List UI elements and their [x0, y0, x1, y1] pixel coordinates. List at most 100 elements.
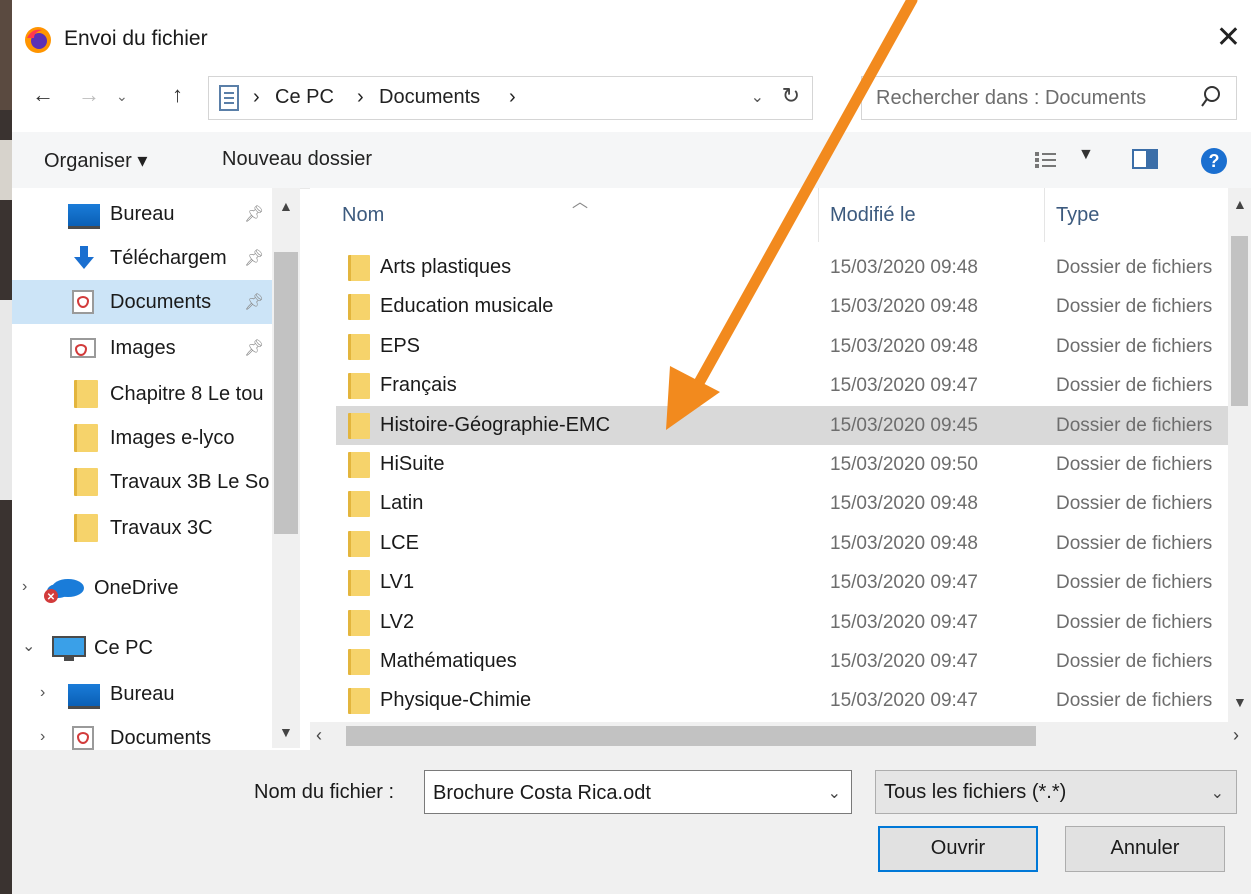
nav-item-ce-pc-bureau[interactable]: › Bureau [12, 672, 272, 716]
expand-chevron-icon[interactable]: › [22, 578, 27, 596]
pin-icon[interactable]: 📌︎ [244, 292, 264, 312]
file-row[interactable]: Mathématiques 15/03/2020 09:47 Dossier de … [336, 642, 1228, 681]
file-row[interactable]: Education musicale 15/03/2020 09:48 Dossie… [336, 287, 1228, 326]
scroll-left-icon[interactable]: ‹ [316, 725, 322, 746]
refresh-icon[interactable]: ↻ [782, 83, 800, 109]
scroll-right-icon[interactable]: › [1233, 725, 1239, 746]
scroll-down-icon[interactable]: ▼ [1233, 694, 1247, 710]
svg-text:✕: ✕ [47, 592, 55, 603]
chevron-down-icon[interactable]: ⌄ [1211, 783, 1224, 803]
pin-icon[interactable]: 📌︎ [244, 338, 264, 358]
breadcrumb-separator[interactable]: › [509, 86, 516, 109]
file-type: Dossier de fichiers [1056, 493, 1213, 515]
nav-item-ce-pc[interactable]: ⌄ Ce PC [12, 626, 272, 670]
download-icon [74, 246, 94, 269]
open-button[interactable]: Ouvrir [878, 826, 1038, 872]
nav-item-images-e-lyco[interactable]: Images e-lyco [12, 416, 272, 460]
breadcrumb-documents[interactable]: Documents [379, 86, 480, 109]
filename-field[interactable]: Brochure Costa Rica.odt ⌄ [424, 770, 852, 814]
scroll-up-icon[interactable]: ▲ [1233, 196, 1247, 212]
file-row[interactable]: LCE 15/03/2020 09:48 Dossier de fichiers [336, 524, 1228, 563]
scroll-up-icon[interactable]: ▲ [279, 198, 293, 214]
scroll-down-icon[interactable]: ▼ [279, 724, 293, 740]
view-details-icon[interactable] [1034, 150, 1064, 170]
filetype-select[interactable]: Tous les fichiers (*.*) ⌄ [875, 770, 1237, 814]
file-type: Dossier de fichiers [1056, 532, 1213, 554]
nav-scrollbar[interactable]: ▲ ▼ [272, 188, 300, 748]
recent-locations-chevron-icon[interactable]: ⌄ [116, 88, 128, 105]
collapse-chevron-icon[interactable]: ⌄ [22, 636, 35, 656]
command-bar: Organiser ▾ Nouveau dossier ▼ [12, 132, 1251, 189]
nav-item-travaux-3b[interactable]: Travaux 3B Le So [12, 460, 272, 504]
file-row[interactable]: Physique-Chimie 15/03/2020 09:47 Dossier d… [336, 681, 1228, 720]
images-icon [70, 338, 96, 358]
file-modified: 15/03/2020 09:48 [830, 532, 978, 554]
nav-item-documents[interactable]: Documents 📌︎ [12, 280, 272, 324]
scrollbar-thumb[interactable] [274, 252, 298, 534]
organize-button[interactable]: Organiser ▾ [44, 148, 147, 173]
file-modified: 15/03/2020 09:47 [830, 690, 978, 712]
background-block [0, 140, 12, 200]
firefox-icon [25, 27, 51, 53]
view-options-chevron-icon[interactable]: ▼ [1078, 146, 1094, 164]
close-button[interactable]: ✕ [1216, 20, 1241, 55]
dialog-footer: Nom du fichier : Brochure Costa Rica.odt… [12, 750, 1251, 894]
list-vertical-scrollbar[interactable]: ▲ ▼ [1228, 188, 1251, 722]
column-header-name[interactable]: Nom [342, 204, 384, 227]
expand-chevron-icon[interactable]: › [40, 728, 45, 746]
file-type: Dossier de fichiers [1056, 296, 1213, 318]
filename-value[interactable]: Brochure Costa Rica.odt [433, 782, 651, 805]
file-row[interactable]: EPS 15/03/2020 09:48 Dossier de fichiers [336, 327, 1228, 366]
file-row[interactable]: Histoire-Géographie-EMC 15/03/2020 09:45 D… [336, 405, 1228, 445]
file-name: Français [380, 374, 457, 397]
list-horizontal-scrollbar[interactable]: ‹ › [310, 722, 1251, 750]
pin-icon[interactable]: 📌︎ [244, 204, 264, 224]
nav-item-label: Images [110, 337, 176, 359]
file-row[interactable]: Français 15/03/2020 09:47 Dossier de fichi… [336, 366, 1228, 405]
column-header-type[interactable]: Type [1056, 204, 1099, 227]
svg-text:?: ? [1209, 151, 1220, 171]
file-name: Physique-Chimie [380, 689, 532, 712]
file-row[interactable]: Arts plastiques 15/03/2020 09:48 Dossier d… [336, 248, 1228, 287]
back-arrow-icon[interactable]: ← [32, 82, 54, 108]
nav-item-bureau[interactable]: Bureau 📌︎ [12, 192, 272, 236]
search-input[interactable]: Rechercher dans : Documents [861, 76, 1237, 120]
onedrive-icon: ✕ [44, 579, 84, 603]
folder-icon [74, 424, 98, 452]
up-arrow-icon[interactable]: ↑ [172, 82, 183, 108]
pin-icon[interactable]: 📌︎ [244, 248, 264, 268]
file-row[interactable]: HiSuite 15/03/2020 09:50 Dossier de fichie… [336, 445, 1228, 484]
file-row[interactable]: LV2 15/03/2020 09:47 Dossier de fichiers [336, 603, 1228, 642]
file-modified: 15/03/2020 09:48 [830, 296, 978, 318]
desktop-icon [68, 204, 100, 229]
filename-history-chevron-icon[interactable]: ⌄ [828, 783, 841, 803]
folder-icon [348, 452, 370, 478]
scrollbar-thumb[interactable] [346, 726, 1036, 746]
search-icon[interactable] [1200, 85, 1222, 109]
column-header-modified[interactable]: Modifié le [830, 204, 916, 227]
computer-icon [52, 636, 86, 661]
breadcrumb-this-pc[interactable]: Ce PC [275, 86, 334, 109]
scrollbar-thumb[interactable] [1231, 236, 1248, 406]
preview-pane-icon[interactable] [1132, 149, 1158, 169]
file-modified: 15/03/2020 09:47 [830, 611, 978, 633]
file-row[interactable]: LV1 15/03/2020 09:47 Dossier de fichiers [336, 563, 1228, 602]
nav-item-images[interactable]: Images 📌︎ [12, 326, 272, 370]
forward-arrow-icon[interactable]: → [78, 82, 100, 108]
address-history-chevron-icon[interactable]: ⌄ [751, 87, 764, 107]
column-divider[interactable] [818, 188, 819, 242]
cancel-button[interactable]: Annuler [1065, 826, 1225, 872]
new-folder-button[interactable]: Nouveau dossier [222, 148, 372, 171]
nav-item-onedrive[interactable]: › ✕ OneDrive [12, 566, 272, 610]
file-name: Mathématiques [380, 650, 517, 672]
folder-icon [348, 649, 370, 675]
nav-item-travaux-3c[interactable]: Travaux 3C [12, 506, 272, 550]
address-bar[interactable]: › Ce PC › Documents › ⌄ ↻ [208, 76, 813, 120]
nav-item-telechargements[interactable]: Téléchargem 📌︎ [12, 236, 272, 280]
expand-chevron-icon[interactable]: › [40, 684, 45, 702]
column-divider[interactable] [1044, 188, 1045, 242]
help-icon[interactable]: ? [1200, 147, 1228, 175]
nav-item-chapitre-8[interactable]: Chapitre 8 Le tou [12, 372, 272, 416]
file-list: ︿ Nom Modifié le Type Arts plastiques 15/… [310, 188, 1228, 722]
file-row[interactable]: Latin 15/03/2020 09:48 Dossier de fichiers [336, 484, 1228, 523]
